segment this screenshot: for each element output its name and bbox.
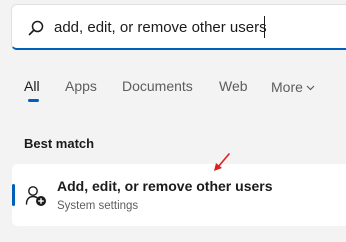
result-title: Add, edit, or remove other users bbox=[57, 178, 273, 194]
search-input[interactable]: add, edit, or remove other users bbox=[54, 19, 267, 36]
tab-more[interactable]: More bbox=[271, 78, 315, 95]
text-caret bbox=[264, 16, 265, 38]
selection-indicator bbox=[12, 184, 15, 206]
result-subtitle: System settings bbox=[57, 200, 139, 212]
active-tab-indicator bbox=[28, 99, 39, 102]
tab-apps[interactable]: Apps bbox=[65, 78, 97, 94]
tab-more-label: More bbox=[271, 79, 303, 95]
best-match-heading: Best match bbox=[24, 136, 95, 151]
tab-web[interactable]: Web bbox=[219, 78, 248, 94]
best-match-result[interactable]: Add, edit, or remove other users System … bbox=[12, 164, 346, 226]
tab-all[interactable]: All bbox=[24, 78, 40, 94]
search-box[interactable]: add, edit, or remove other users bbox=[11, 4, 346, 50]
filter-tabs: All Apps Documents Web More bbox=[0, 78, 346, 104]
tab-documents[interactable]: Documents bbox=[122, 78, 193, 94]
chevron-down-icon bbox=[306, 78, 315, 94]
